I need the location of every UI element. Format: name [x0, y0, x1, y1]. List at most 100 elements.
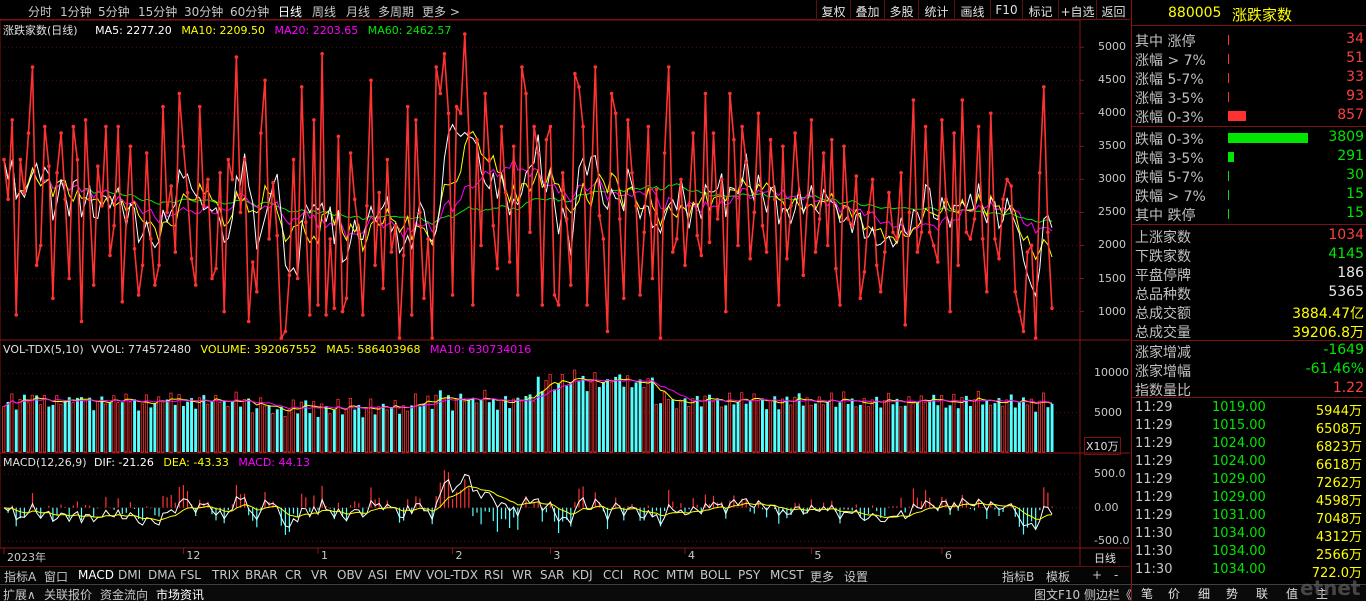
volume-bar — [51, 404, 55, 452]
tab-linked[interactable]: 联 — [1256, 585, 1268, 601]
f10-button[interactable]: F10 — [990, 0, 1022, 20]
indicator-tab-mtm[interactable]: MTM — [666, 568, 694, 582]
period-tab-1min[interactable]: 1分钟 — [60, 3, 92, 20]
tick-price: 1034.00 — [1212, 562, 1266, 577]
zoom-out-button[interactable]: - — [1114, 568, 1118, 582]
indicator-tab-dma[interactable]: DMA — [148, 568, 176, 582]
indicator-tab-boll[interactable]: BOLL — [700, 568, 731, 582]
data-point — [940, 118, 944, 122]
indicator-tab-kdj[interactable]: KDJ — [572, 568, 593, 582]
expand-button[interactable]: 扩展∧ — [3, 586, 36, 601]
indicator-tab-vr[interactable]: VR — [311, 568, 328, 582]
tab-price[interactable]: 价 — [1168, 585, 1180, 601]
volume-bar — [250, 412, 255, 453]
indicator-tab-a[interactable]: 指标A — [4, 568, 36, 585]
volume-bar — [985, 400, 989, 452]
indicator-tab-cr[interactable]: CR — [285, 568, 302, 582]
market-news-tab[interactable]: 市场资讯 — [156, 586, 204, 601]
period-tab-minute[interactable]: 分时 — [28, 3, 52, 20]
period-tab-weekly[interactable]: 周线 — [312, 3, 336, 20]
tab-trend[interactable]: 势 — [1226, 585, 1238, 601]
indicator-settings-tab[interactable]: 设置 — [844, 568, 868, 585]
overlay-button[interactable]: 叠加 — [850, 0, 884, 20]
tick-row[interactable]: 11:29 1015.00 6508万 — [1132, 417, 1366, 437]
volume-bar — [964, 395, 968, 452]
data-point — [202, 204, 206, 208]
indicator-tab-asi[interactable]: ASI — [368, 568, 387, 582]
period-tab-5min[interactable]: 5分钟 — [98, 3, 130, 20]
indicator-tab-fsl[interactable]: FSL — [180, 568, 201, 582]
row-value: 30 — [1346, 167, 1364, 183]
indicator-tab-brar[interactable]: BRAR — [245, 568, 278, 582]
data-point — [797, 190, 801, 195]
indicator-tab-rsi[interactable]: RSI — [484, 568, 504, 582]
multi-stock-button[interactable]: 多股 — [884, 0, 918, 20]
tab-detail[interactable]: 细 — [1198, 585, 1210, 601]
period-tab-daily[interactable]: 日线 — [278, 3, 302, 20]
volume-bar — [475, 402, 479, 453]
tick-row[interactable]: 11:29 1029.00 4598万 — [1132, 489, 1366, 509]
window-tab[interactable]: 窗口 — [44, 568, 68, 585]
indicator-tab-psy[interactable]: PSY — [738, 568, 760, 582]
period-tab-multi[interactable]: 多周期 — [378, 3, 414, 20]
volume-bar — [932, 394, 936, 452]
period-tab-60min[interactable]: 60分钟 — [230, 3, 269, 20]
data-point — [483, 91, 488, 96]
tab-trades[interactable]: 笔 — [1141, 585, 1153, 601]
add-watchlist-button[interactable]: +自选 — [1058, 0, 1096, 20]
indicator-tab-vol-tdx[interactable]: VOL-TDX — [426, 568, 478, 582]
indicator-tab-cci[interactable]: CCI — [603, 568, 623, 582]
ma20-value: MA20: 2203.65 — [274, 24, 359, 37]
template-tab[interactable]: 模板 — [1046, 568, 1070, 585]
chart-area[interactable] — [0, 20, 1130, 566]
volume-bar — [846, 404, 850, 452]
tab-value[interactable]: 值 — [1286, 585, 1298, 601]
statistics-button[interactable]: 统计 — [918, 0, 954, 20]
data-point — [1025, 250, 1030, 254]
draw-line-button[interactable]: 画线 — [954, 0, 990, 20]
indicator-tab-dmi[interactable]: DMI — [118, 568, 141, 582]
data-point — [752, 210, 757, 215]
tick-price: 1024.00 — [1212, 454, 1266, 469]
tick-row[interactable]: 11:30 1034.00 4312万 — [1132, 525, 1366, 545]
zoom-in-button[interactable]: + — [1092, 568, 1102, 582]
tick-row[interactable]: 11:29 1024.00 6823万 — [1132, 435, 1366, 455]
price-axis-label: 4000 — [1098, 106, 1126, 120]
tick-row[interactable]: 11:29 1031.00 7048万 — [1132, 507, 1366, 527]
related-quotes-tab[interactable]: 关联报价 — [44, 586, 92, 601]
data-point — [51, 296, 55, 301]
f10-sidebar-toggle[interactable]: 图文F10 侧边栏《 — [1034, 586, 1132, 601]
fall-row: 跌幅 5-7% 30 — [1132, 166, 1366, 186]
volume-bar — [1046, 407, 1050, 452]
period-tab-30min[interactable]: 30分钟 — [184, 3, 223, 20]
volume-bar — [390, 407, 393, 452]
tick-row[interactable]: 11:29 1019.00 5944万 — [1132, 399, 1366, 419]
data-point — [458, 111, 463, 116]
tick-row[interactable]: 11:29 1024.00 6618万 — [1132, 453, 1366, 473]
price-axis-label: 2000 — [1098, 238, 1126, 252]
indicator-tab-obv[interactable]: OBV — [337, 568, 363, 582]
indicator-tab-macd[interactable]: MACD — [78, 568, 114, 582]
data-point — [291, 157, 296, 162]
tick-row[interactable]: 11:30 1034.00 2566万 — [1132, 543, 1366, 563]
volume-bar — [756, 400, 760, 453]
adjust-button[interactable]: 复权 — [816, 0, 850, 20]
tick-row[interactable]: 11:29 1029.00 7262万 — [1132, 471, 1366, 491]
indicator-tab-mcst[interactable]: MCST — [770, 568, 804, 582]
indicator-tab-sar[interactable]: SAR — [540, 568, 564, 582]
back-button[interactable]: 返回 — [1096, 0, 1130, 20]
indicator-tab-b[interactable]: 指标B — [1002, 568, 1034, 585]
row-value: 3809 — [1328, 129, 1364, 145]
indicator-tab-trix[interactable]: TRIX — [212, 568, 239, 582]
data-point — [63, 197, 67, 201]
indicator-tab-more[interactable]: 更多 — [810, 568, 834, 585]
indicator-tab-roc[interactable]: ROC — [633, 568, 659, 582]
indicator-tab-wr[interactable]: WR — [512, 568, 532, 582]
period-tab-more[interactable]: 更多 > — [422, 3, 460, 20]
stat-row: 指数量比 1.22 — [1132, 379, 1366, 399]
fund-flow-tab[interactable]: 资金流向 — [100, 586, 148, 601]
mark-button[interactable]: 标记 — [1022, 0, 1058, 20]
period-tab-15min[interactable]: 15分钟 — [138, 3, 177, 20]
period-tab-monthly[interactable]: 月线 — [346, 3, 370, 20]
indicator-tab-emv[interactable]: EMV — [395, 568, 421, 582]
